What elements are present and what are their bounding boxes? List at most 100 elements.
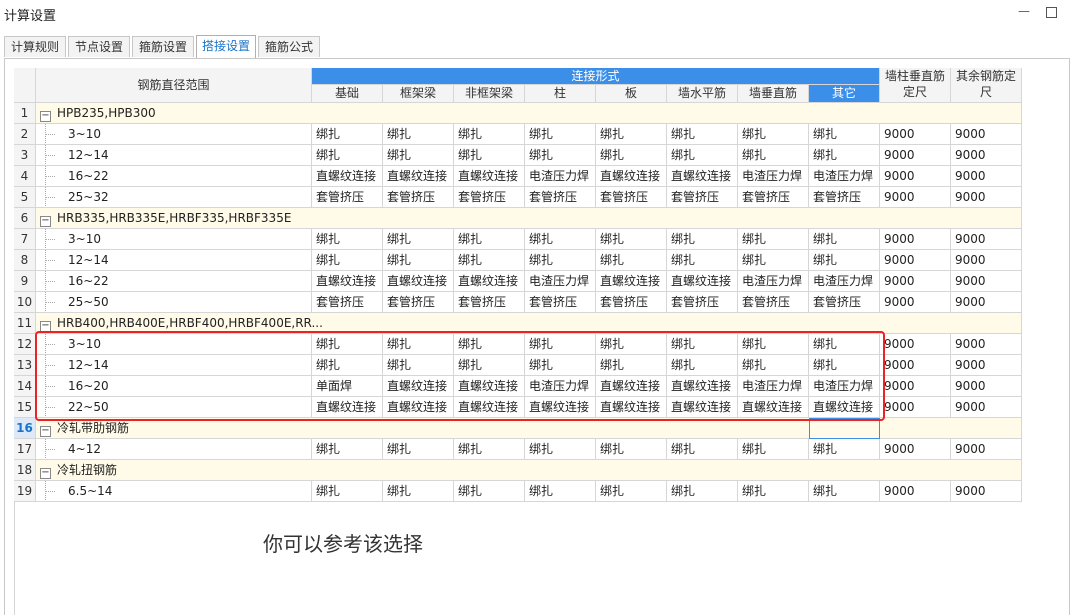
table-cell[interactable]: 绑扎: [667, 124, 738, 145]
table-cell[interactable]: 绑扎: [383, 229, 454, 250]
header-col-7[interactable]: 其它: [809, 85, 880, 103]
table-cell[interactable]: 绑扎: [667, 229, 738, 250]
row-number[interactable]: 11: [14, 313, 36, 334]
table-cell[interactable]: 电渣压力焊: [525, 271, 596, 292]
table-cell[interactable]: 套管挤压: [809, 187, 880, 208]
row-number[interactable]: 2: [14, 124, 36, 145]
table-cell[interactable]: 绑扎: [596, 439, 667, 460]
header-col-5[interactable]: 墙水平筋: [667, 85, 738, 103]
table-cell[interactable]: 9000: [880, 292, 951, 313]
table-cell[interactable]: 绑扎: [454, 481, 525, 502]
table-cell[interactable]: 9000: [880, 334, 951, 355]
table-cell[interactable]: 9000: [880, 355, 951, 376]
group-row[interactable]: − HPB235,HPB300: [36, 103, 1022, 124]
table-cell[interactable]: 9000: [880, 229, 951, 250]
table-cell[interactable]: 绑扎: [667, 481, 738, 502]
table-cell[interactable]: 9000: [880, 271, 951, 292]
header-col-3[interactable]: 柱: [525, 85, 596, 103]
table-cell[interactable]: 9000: [880, 124, 951, 145]
table-cell[interactable]: 绑扎: [454, 250, 525, 271]
row-number[interactable]: 14: [14, 376, 36, 397]
header-col-2[interactable]: 非框架梁: [454, 85, 525, 103]
header-col-0[interactable]: 基础: [312, 85, 383, 103]
table-cell[interactable]: 绑扎: [809, 439, 880, 460]
table-cell[interactable]: 套管挤压: [383, 187, 454, 208]
table-cell[interactable]: 套管挤压: [454, 187, 525, 208]
row-number[interactable]: 1: [14, 103, 36, 124]
table-cell[interactable]: 绑扎: [596, 229, 667, 250]
group-row[interactable]: − 冷轧扭钢筋: [36, 460, 1022, 481]
table-cell[interactable]: 绑扎: [809, 229, 880, 250]
table-cell[interactable]: 直螺纹连接: [383, 271, 454, 292]
table-cell[interactable]: 9000: [951, 187, 1022, 208]
table-cell[interactable]: 绑扎: [667, 439, 738, 460]
table-cell[interactable]: 绑扎: [454, 124, 525, 145]
row-number[interactable]: 9: [14, 271, 36, 292]
table-cell[interactable]: 9000: [880, 376, 951, 397]
table-cell[interactable]: 绑扎: [738, 229, 809, 250]
table-cell[interactable]: 9000: [951, 271, 1022, 292]
table-cell[interactable]: 绑扎: [383, 124, 454, 145]
row-number[interactable]: 7: [14, 229, 36, 250]
table-cell[interactable]: 9000: [880, 166, 951, 187]
row-number[interactable]: 19: [14, 481, 36, 502]
table-cell[interactable]: 直螺纹连接: [312, 271, 383, 292]
tab-lap-settings[interactable]: 搭接设置: [196, 35, 256, 58]
table-cell[interactable]: 9000: [951, 145, 1022, 166]
table-cell[interactable]: 9000: [951, 376, 1022, 397]
table-cell[interactable]: 绑扎: [596, 481, 667, 502]
header-col-1[interactable]: 框架梁: [383, 85, 454, 103]
table-cell[interactable]: 绑扎: [738, 145, 809, 166]
header-col-6[interactable]: 墙垂直筋: [738, 85, 809, 103]
table-cell[interactable]: 绑扎: [312, 145, 383, 166]
table-cell[interactable]: 套管挤压: [525, 187, 596, 208]
table-cell[interactable]: 绑扎: [312, 481, 383, 502]
table-cell[interactable]: 直螺纹连接: [312, 166, 383, 187]
table-cell[interactable]: 套管挤压: [312, 187, 383, 208]
row-number[interactable]: 8: [14, 250, 36, 271]
tab-calc-rules[interactable]: 计算规则: [4, 36, 66, 57]
table-cell[interactable]: 9000: [951, 439, 1022, 460]
row-number[interactable]: 5: [14, 187, 36, 208]
row-number[interactable]: 15: [14, 397, 36, 418]
collapse-icon[interactable]: −: [40, 216, 51, 227]
tab-node-settings[interactable]: 节点设置: [68, 36, 130, 57]
table-cell[interactable]: 套管挤压: [596, 187, 667, 208]
table-cell[interactable]: 绑扎: [596, 124, 667, 145]
table-cell[interactable]: 绑扎: [312, 229, 383, 250]
table-cell[interactable]: 9000: [951, 334, 1022, 355]
table-cell[interactable]: 套管挤压: [667, 187, 738, 208]
table-cell[interactable]: 绑扎: [596, 250, 667, 271]
table-cell[interactable]: 直螺纹连接: [383, 166, 454, 187]
row-number[interactable]: 17: [14, 439, 36, 460]
table-cell[interactable]: 9000: [951, 250, 1022, 271]
table-cell[interactable]: 9000: [951, 292, 1022, 313]
row-number[interactable]: 12: [14, 334, 36, 355]
table-cell[interactable]: 套管挤压: [454, 292, 525, 313]
table-cell[interactable]: 9000: [880, 397, 951, 418]
table-cell[interactable]: 绑扎: [383, 145, 454, 166]
table-cell[interactable]: 直螺纹连接: [596, 271, 667, 292]
table-cell[interactable]: 9000: [951, 166, 1022, 187]
table-cell[interactable]: 绑扎: [383, 481, 454, 502]
table-cell[interactable]: 绑扎: [383, 439, 454, 460]
table-cell[interactable]: 套管挤压: [312, 292, 383, 313]
table-cell[interactable]: 9000: [951, 397, 1022, 418]
group-row[interactable]: − HRB335,HRB335E,HRBF335,HRBF335E: [36, 208, 1022, 229]
table-cell[interactable]: 9000: [880, 481, 951, 502]
table-cell[interactable]: 绑扎: [667, 145, 738, 166]
row-number[interactable]: 13: [14, 355, 36, 376]
table-cell[interactable]: 绑扎: [312, 124, 383, 145]
tab-stirrup-settings[interactable]: 箍筋设置: [132, 36, 194, 57]
table-cell[interactable]: 绑扎: [454, 229, 525, 250]
table-cell[interactable]: 绑扎: [809, 145, 880, 166]
table-cell[interactable]: 9000: [880, 439, 951, 460]
table-cell[interactable]: 绑扎: [312, 250, 383, 271]
collapse-icon[interactable]: −: [40, 468, 51, 479]
table-cell[interactable]: 套管挤压: [525, 292, 596, 313]
table-cell[interactable]: 套管挤压: [596, 292, 667, 313]
table-cell[interactable]: 绑扎: [738, 439, 809, 460]
table-cell[interactable]: 绑扎: [525, 439, 596, 460]
table-cell[interactable]: 绑扎: [809, 250, 880, 271]
table-cell[interactable]: 套管挤压: [738, 292, 809, 313]
